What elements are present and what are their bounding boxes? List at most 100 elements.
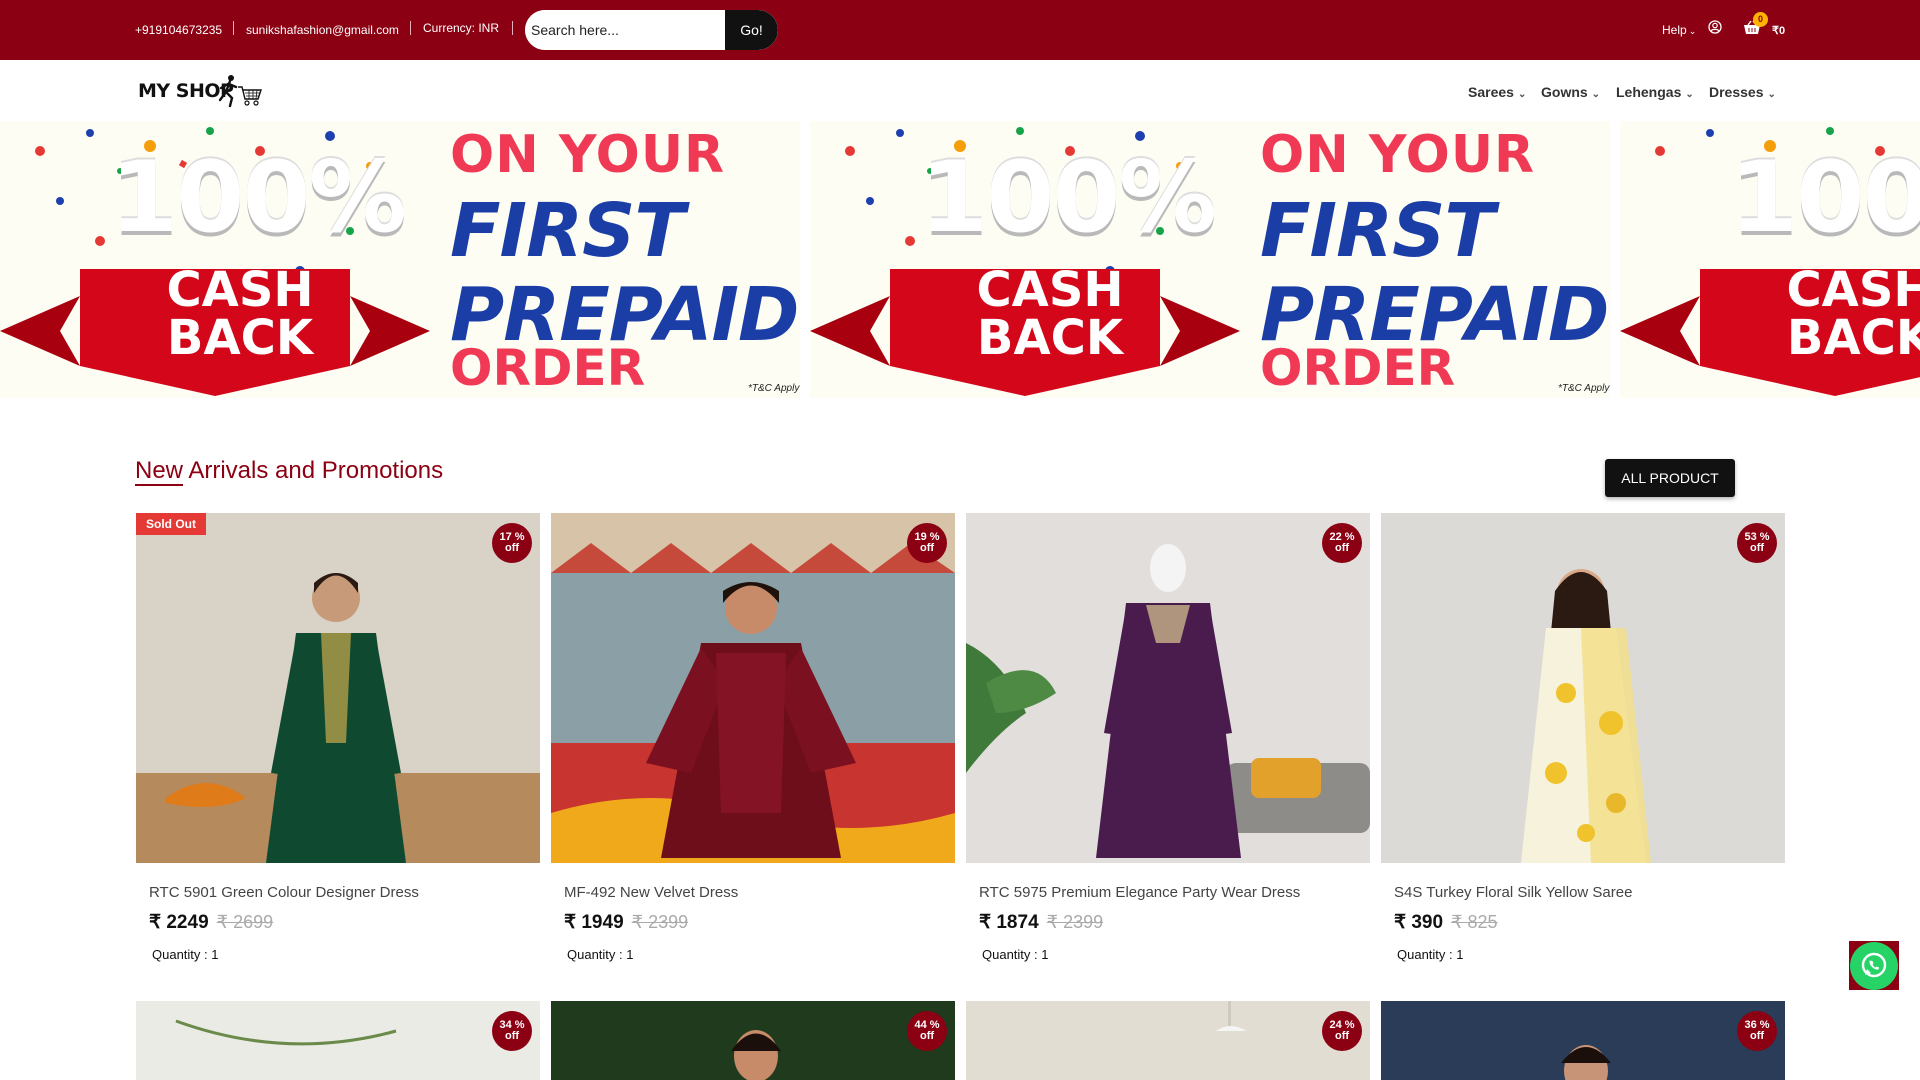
discount-badge: 34 % off	[492, 1011, 532, 1051]
promo-slide[interactable]: 100% CASH BACK ON YOUR FIRST PREPAID ORDER…	[0, 121, 800, 398]
product-price: ₹ 390 ₹ 825	[1394, 911, 1498, 934]
product-name[interactable]: RTC 5901 Green Colour Designer Dress	[149, 884, 419, 901]
user-icon[interactable]	[1708, 20, 1722, 34]
top-bar: +919104673235 sunikshafashion@gmail.com …	[0, 0, 1920, 60]
sale-price: ₹ 2249	[149, 912, 209, 933]
discount-badge: 19 % off	[907, 523, 947, 563]
whatsapp-icon	[1861, 952, 1887, 978]
discount-badge: 53 % off	[1737, 523, 1777, 563]
first-prepaid-text: FIRST PREPAID	[450, 188, 799, 357]
discount-badge: 36 % off	[1737, 1011, 1777, 1051]
cashback-percent: 100%	[110, 141, 407, 255]
product-image[interactable]	[966, 513, 1370, 863]
product-quantity: Quantity : 1	[982, 947, 1049, 962]
on-your-text: ON YOUR	[450, 125, 726, 185]
discount-badge: 44 % off	[907, 1011, 947, 1051]
product-card[interactable]: 24 % off	[966, 1001, 1370, 1080]
cashback-text: CASH BACK	[960, 266, 1140, 362]
product-price: ₹ 1949 ₹ 2399	[564, 911, 688, 934]
section-title: New Arrivals and Promotions	[135, 457, 444, 486]
divider	[512, 21, 513, 35]
cashback-line1: CASH	[166, 262, 314, 318]
promo-slide[interactable]: 100% CASH BACK ON YOUR FIRST PREPAID ORDER…	[810, 121, 1610, 398]
search-button[interactable]: Go!	[725, 10, 778, 50]
sale-price: ₹ 1874	[979, 912, 1039, 933]
original-price: ₹ 2699	[216, 912, 274, 932]
cashback-text: CASH BACK	[150, 266, 330, 362]
email-link[interactable]: sunikshafashion@gmail.com	[246, 23, 399, 37]
order-text: ORDER	[1260, 339, 1456, 397]
phone-number[interactable]: +919104673235	[135, 23, 222, 37]
product-name[interactable]: MF-492 New Velvet Dress	[564, 884, 738, 901]
help-menu[interactable]: Help ⌄	[1662, 23, 1696, 37]
product-name[interactable]: S4S Turkey Floral Silk Yellow Saree	[1394, 884, 1632, 901]
chevron-down-icon: ⌄	[1767, 89, 1776, 100]
product-card[interactable]: 44 % off	[551, 1001, 955, 1080]
chevron-down-icon: ⌄	[1517, 89, 1527, 100]
velvet-dress-image	[551, 513, 955, 863]
nav-lehengas[interactable]: Lehengas ⌄	[1616, 84, 1694, 100]
first-text: FIRST	[450, 188, 685, 274]
first-text: FIRST	[1260, 188, 1495, 274]
product-image[interactable]	[551, 513, 955, 863]
product-image[interactable]	[1381, 513, 1785, 863]
currency-selector[interactable]: Currency: INR	[423, 21, 499, 35]
purple-dress-image	[966, 513, 1370, 863]
nav-label: Lehengas	[1616, 84, 1682, 100]
cashback-percent: 100%	[920, 141, 1217, 255]
on-your-text: ON YOUR	[1260, 125, 1536, 185]
product-card[interactable]: 34 % off	[136, 1001, 540, 1080]
product-price: ₹ 1874 ₹ 2399	[979, 911, 1103, 934]
nav-gowns[interactable]: Gowns ⌄	[1541, 84, 1600, 100]
product-image[interactable]	[551, 1001, 955, 1080]
yellow-saree-image	[1381, 513, 1785, 863]
product-photo	[1381, 1001, 1785, 1080]
sold-out-badge: Sold Out	[136, 513, 206, 535]
site-logo[interactable]: MY SHOP	[138, 72, 278, 108]
discount-badge: 17 % off	[492, 523, 532, 563]
help-label: Help	[1662, 23, 1687, 37]
product-card[interactable]: 22 % off RTC 5975 Premium Elegance Party …	[966, 513, 1370, 973]
shopping-cart-logo-icon	[218, 75, 262, 108]
product-card[interactable]: 36 % off	[1381, 1001, 1785, 1080]
chevron-down-icon: ⌄	[1591, 89, 1601, 100]
first-prepaid-text: FIRST PREPAID	[1260, 188, 1609, 357]
all-product-button[interactable]: ALL PRODUCT	[1605, 459, 1735, 497]
product-image[interactable]	[136, 1001, 540, 1080]
product-card[interactable]: 19 % off MF-492 New Velvet Dress ₹ 1949 ₹ …	[551, 513, 955, 973]
order-text: ORDER	[450, 339, 646, 397]
product-photo	[136, 1001, 540, 1080]
product-image[interactable]	[136, 513, 540, 863]
original-price: ₹ 825	[1451, 912, 1498, 932]
product-photo	[551, 1001, 955, 1080]
cashback-line2: BACK	[976, 310, 1124, 366]
main-navbar: MY SHOP Sarees ⌄ Gowns ⌄ Lehengas ⌄ Dresses…	[0, 60, 1920, 121]
discount-badge: 24 % off	[1322, 1011, 1362, 1051]
product-image[interactable]	[1381, 1001, 1785, 1080]
chevron-down-icon: ⌄	[1685, 89, 1694, 100]
product-name[interactable]: RTC 5975 Premium Elegance Party Wear Dre…	[979, 884, 1300, 901]
section-title-rest: Arrivals and Promotions	[183, 457, 444, 484]
cart-count-badge: 0	[1753, 12, 1768, 27]
nav-sarees[interactable]: Sarees ⌄	[1468, 84, 1526, 100]
section-title-first: New	[135, 457, 184, 486]
nav-dresses[interactable]: Dresses ⌄	[1709, 84, 1776, 100]
chevron-down-icon: ⌄	[1688, 26, 1697, 36]
cashback-line2: BACK	[1786, 310, 1920, 366]
cart-total[interactable]: ₹0	[1772, 24, 1785, 37]
original-price: ₹ 2399	[631, 912, 689, 932]
nav-label: Gowns	[1541, 84, 1588, 100]
terms-text: *T&C Apply	[748, 383, 800, 394]
promo-slide[interactable]: 100% CASHBACK	[1620, 121, 1920, 398]
cashback-line2: BACK	[166, 310, 314, 366]
sale-price: ₹ 1949	[564, 912, 624, 933]
original-price: ₹ 2399	[1046, 912, 1104, 932]
product-card[interactable]: 53 % off S4S Turkey Floral Silk Yellow Sa…	[1381, 513, 1785, 973]
search-input[interactable]	[525, 10, 724, 50]
product-image[interactable]	[966, 1001, 1370, 1080]
divider	[410, 21, 411, 35]
cashback-text: CASH BACK	[1770, 266, 1920, 362]
promo-banner-carousel[interactable]: 100% CASH BACK ON YOUR FIRST PREPAID ORDER…	[0, 121, 1920, 398]
product-card[interactable]: Sold Out 17 % off RTC 5901 Green Colour D…	[136, 513, 540, 973]
whatsapp-button[interactable]	[1849, 941, 1899, 990]
